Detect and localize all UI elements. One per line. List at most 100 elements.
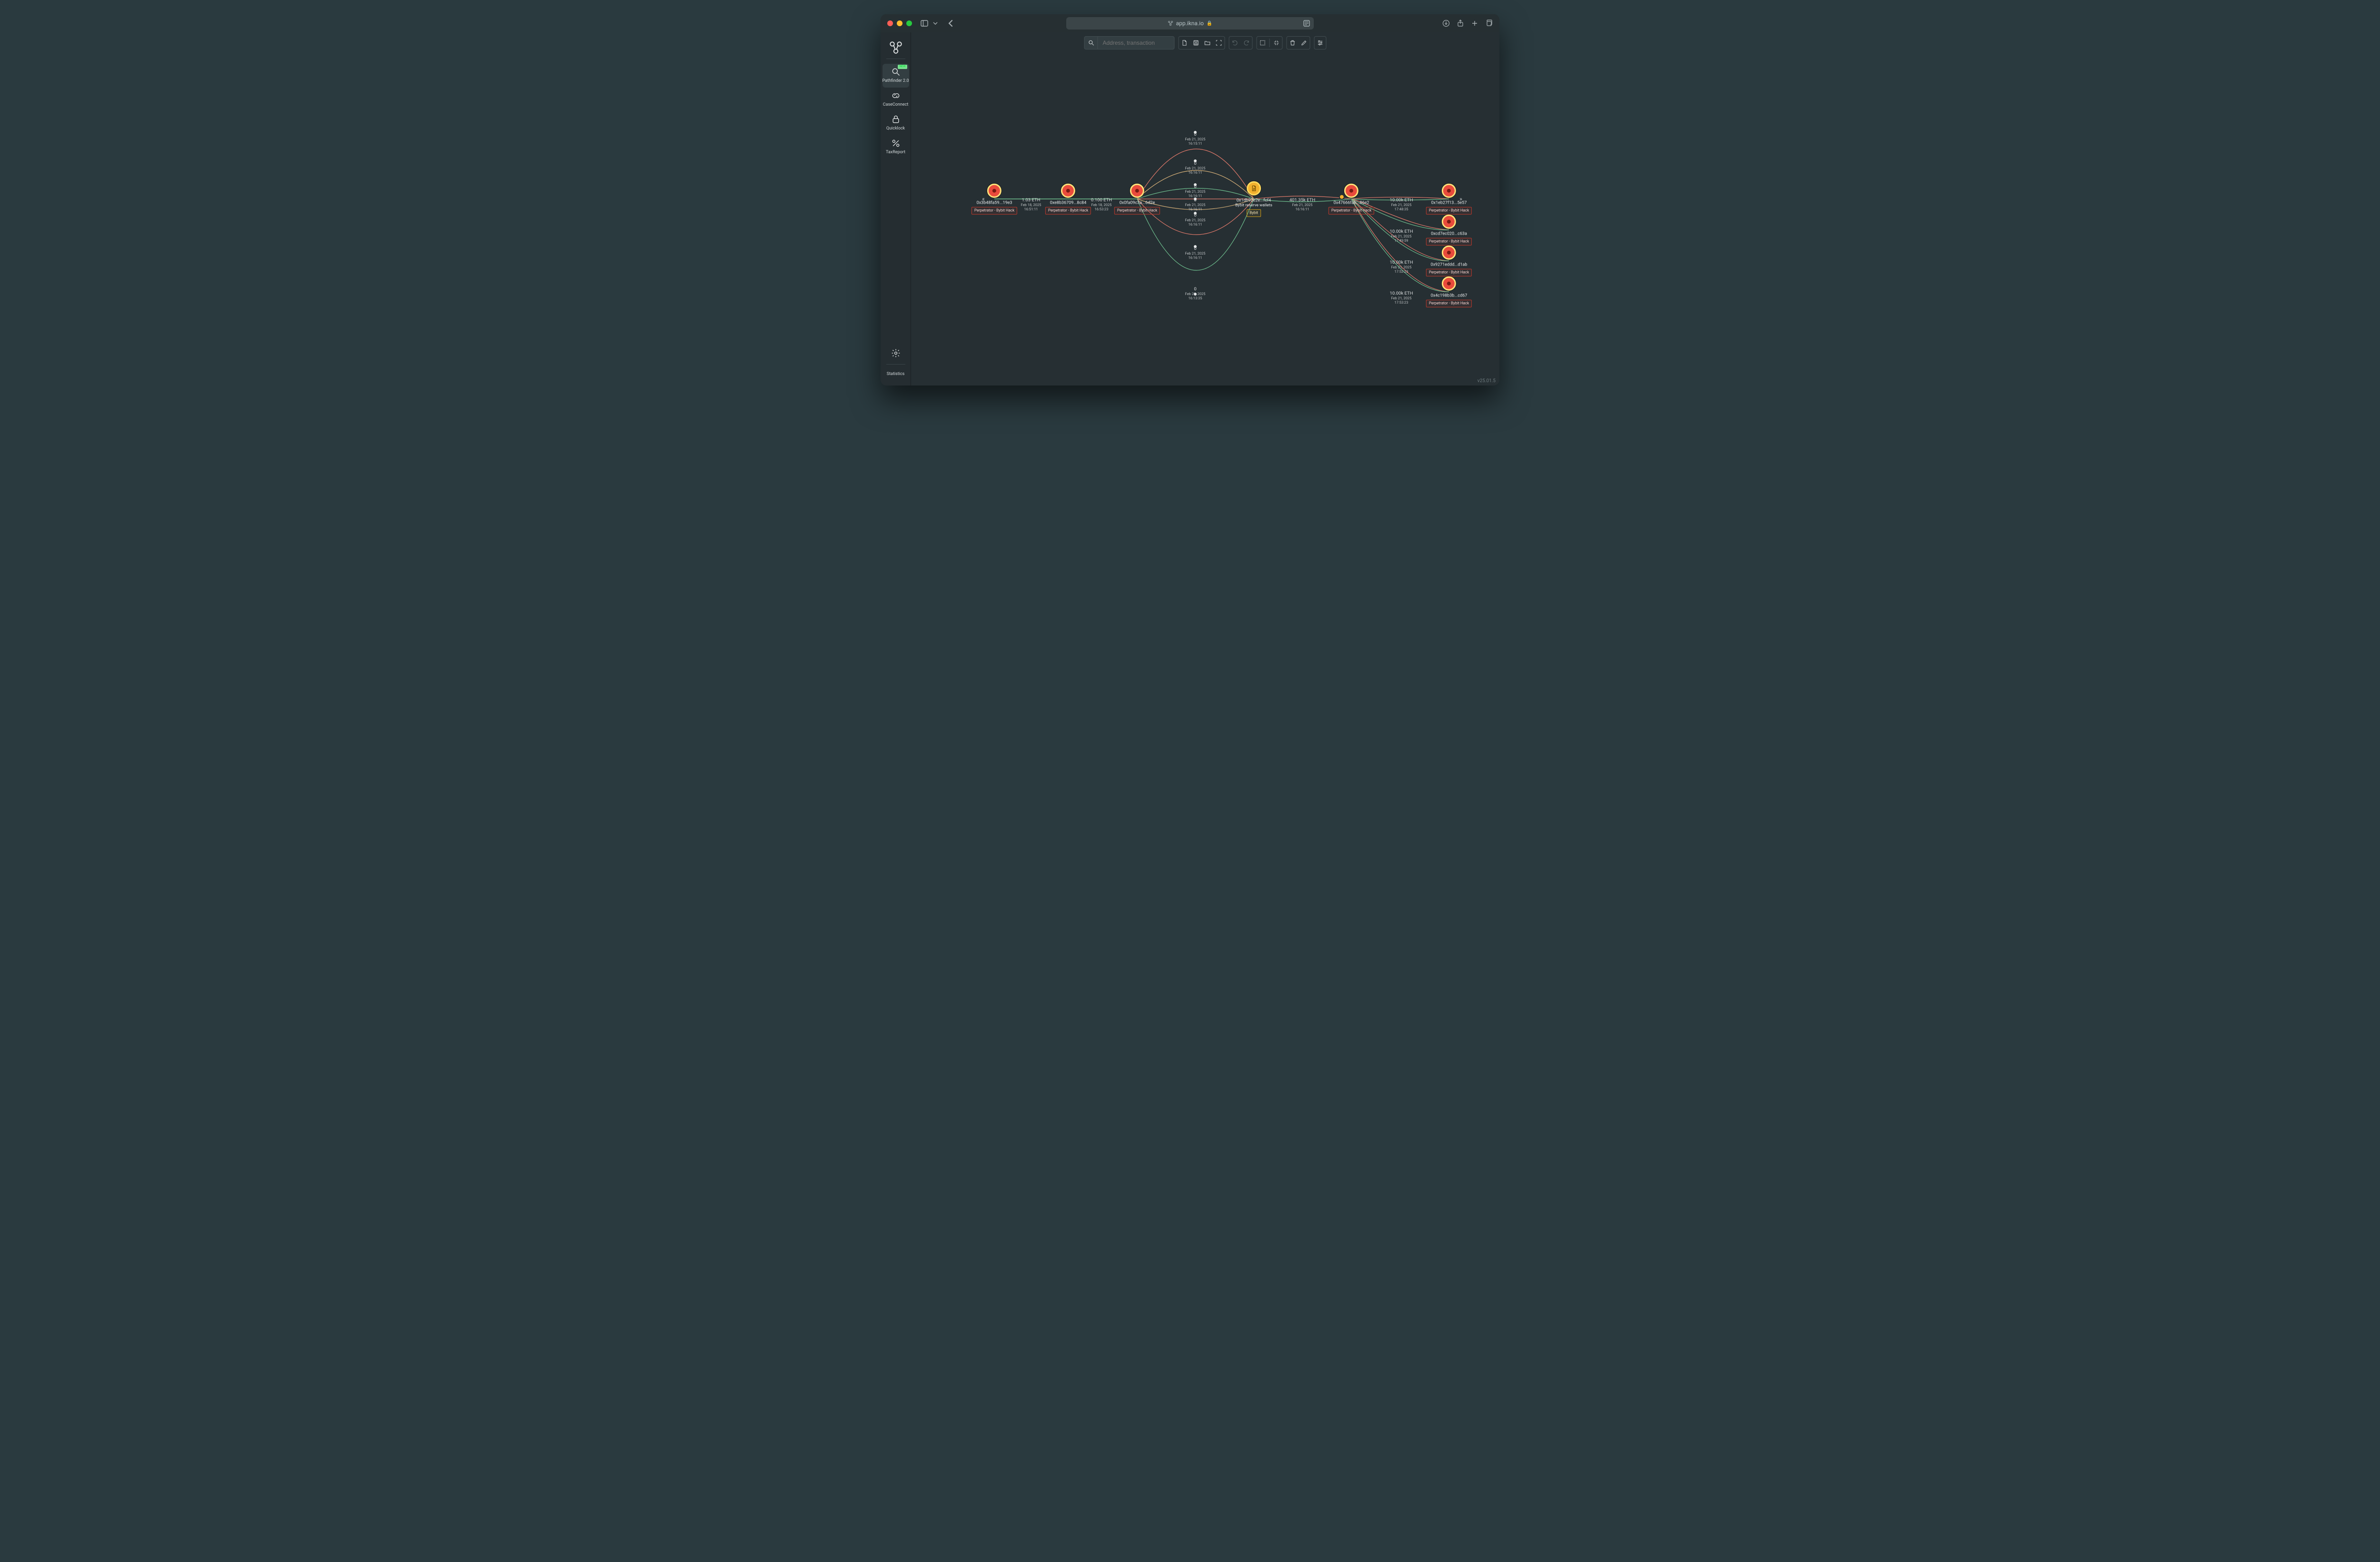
trash-icon[interactable] xyxy=(1287,36,1299,49)
canvas-toolbar xyxy=(1084,36,1327,49)
node-tag: Perpetrator - Bybit Hack xyxy=(1045,207,1091,215)
lock-icon xyxy=(891,114,901,125)
sidebar-item-caseconnect[interactable]: CaseConnect xyxy=(883,88,909,111)
window-close-button[interactable] xyxy=(887,20,893,26)
edge-midpoint xyxy=(1194,159,1197,162)
node-disc xyxy=(1130,184,1144,198)
back-button[interactable] xyxy=(947,20,955,27)
sidebar-item-label: TaxReport xyxy=(886,150,905,155)
window-minimize-button[interactable] xyxy=(897,20,902,26)
edge-midpoint xyxy=(1194,183,1197,186)
node-tag: Bybit xyxy=(1247,209,1261,217)
node-tag: Perpetrator - Bybit Hack xyxy=(1426,238,1472,246)
edge-midpoint xyxy=(1194,198,1197,200)
redo-icon[interactable] xyxy=(1241,36,1252,49)
url-bar[interactable]: app.ikna.io 🔒 xyxy=(1066,17,1314,30)
graph-node[interactable]: 0xe8b36709...8c84 Perpetrator - Bybit Ha… xyxy=(1045,184,1091,215)
node-address: 0x4c198b3b...cd67 xyxy=(1431,294,1468,298)
new-badge: NEW xyxy=(898,65,907,69)
node-disc xyxy=(1061,184,1075,198)
traffic-lights xyxy=(887,20,912,26)
graph-node[interactable]: 0x3b48fa59...19e3 Perpetrator - Bybit Ha… xyxy=(972,184,1017,215)
node-warning-badge xyxy=(1339,194,1345,200)
percent-icon xyxy=(891,138,901,148)
gear-icon xyxy=(891,348,901,358)
left-sidebar: NEW Pathfinder 2.0 CaseConnect Quicklock… xyxy=(881,32,911,386)
tabs-overview-icon[interactable] xyxy=(1485,20,1493,27)
sidebar-item-statistics[interactable]: Statistics xyxy=(883,369,909,381)
graph-node[interactable]: 0x1eb27f13...5e57 Perpetrator - Bybit Ha… xyxy=(1426,184,1472,215)
node-disc xyxy=(1344,184,1359,198)
node-address: 0x0fa09c3a...6d2e xyxy=(1120,201,1155,206)
edge-midpoint xyxy=(1194,293,1197,296)
screenshot-icon[interactable] xyxy=(1213,36,1225,49)
undo-icon[interactable] xyxy=(1230,36,1241,49)
sidebar-item-settings[interactable] xyxy=(883,345,909,359)
titlebar: app.ikna.io 🔒 xyxy=(881,14,1499,32)
separator xyxy=(886,364,905,365)
node-tag: Perpetrator - Bybit Hack xyxy=(1426,300,1472,307)
edge-midpoint xyxy=(1194,212,1197,215)
document-icon xyxy=(1250,185,1257,192)
window-maximize-button[interactable] xyxy=(906,20,912,26)
node-disc xyxy=(1442,184,1456,198)
graph-canvas-area[interactable]: « » ▽ 0x3b48fa59...19e3 Perpetrator - By… xyxy=(911,32,1499,386)
sidebar-item-label: CaseConnect xyxy=(883,103,909,108)
node-tag: Perpetrator - Bybit Hack xyxy=(1426,269,1472,277)
node-tag: Perpetrator - Bybit Hack xyxy=(1426,207,1472,215)
sidebar-item-taxreport[interactable]: TaxReport xyxy=(883,135,909,159)
search-icon[interactable] xyxy=(1085,36,1098,49)
graph-node-exchange[interactable]: 0x1db92e2e...fcf4 Bybit reserve wallets … xyxy=(1235,181,1272,217)
new-file-icon[interactable] xyxy=(1179,36,1190,49)
downloads-icon[interactable] xyxy=(1442,20,1450,27)
sidebar-item-label: Statistics xyxy=(887,372,904,377)
node-address: 0xcd7ec020...c63a xyxy=(1431,232,1467,237)
node-disc xyxy=(1442,277,1456,291)
node-disc xyxy=(1247,181,1261,196)
node-address: 0x47666fab...86e2 xyxy=(1334,201,1369,206)
node-tag: Perpetrator - Bybit Hack xyxy=(1329,207,1374,215)
sidebar-item-label: Pathfinder 2.0 xyxy=(883,79,909,84)
edit-icon[interactable] xyxy=(1299,36,1310,49)
node-tag: Perpetrator - Bybit Hack xyxy=(1114,207,1160,215)
node-tag: Perpetrator - Bybit Hack xyxy=(972,207,1017,215)
share-icon[interactable] xyxy=(1457,20,1464,27)
sidebar-item-pathfinder[interactable]: NEW Pathfinder 2.0 xyxy=(883,64,909,88)
marquee-select-icon[interactable] xyxy=(1257,36,1269,49)
node-sublabel: Bybit reserve wallets xyxy=(1235,203,1272,208)
node-address: 0x1eb27f13...5e57 xyxy=(1431,201,1467,206)
graph-node[interactable]: 0x9271eddd...d1ab Perpetrator - Bybit Ha… xyxy=(1426,246,1472,277)
node-address: 0xe8b36709...8c84 xyxy=(1050,201,1087,206)
edge-midpoint xyxy=(1194,245,1197,248)
url-text: app.ikna.io xyxy=(1176,20,1204,27)
version-label: v25.01.5 xyxy=(1478,378,1496,384)
search-input[interactable] xyxy=(1098,40,1174,46)
edge-midpoint xyxy=(1194,131,1197,134)
node-address: 0x3b48fa59...19e3 xyxy=(977,201,1012,206)
graph-node[interactable]: 0xcd7ec020...c63a Perpetrator - Bybit Ha… xyxy=(1426,215,1472,246)
node-address: 0x1db92e2e...fcf4 xyxy=(1237,198,1271,203)
collapse-icon[interactable] xyxy=(1271,36,1282,49)
save-icon[interactable] xyxy=(1190,36,1202,49)
reader-mode-icon[interactable] xyxy=(1303,20,1310,27)
sidebar-toggle-icon[interactable] xyxy=(921,20,928,27)
node-disc xyxy=(1442,246,1456,260)
graph-node[interactable]: 0x0fa09c3a...6d2e Perpetrator - Bybit Ha… xyxy=(1114,184,1160,215)
app-logo[interactable] xyxy=(886,40,905,59)
node-address: 0x9271eddd...d1ab xyxy=(1431,263,1468,267)
sidebar-item-label: Quicklock xyxy=(886,127,905,131)
site-icon xyxy=(1168,20,1173,26)
graph-node[interactable]: 0x4c198b3b...cd67 Perpetrator - Bybit Ha… xyxy=(1426,277,1472,307)
app-window: app.ikna.io 🔒 NEW Pathfinder 2.0 CaseC xyxy=(881,14,1499,386)
graph-node[interactable]: 0x47666fab...86e2 Perpetrator - Bybit Ha… xyxy=(1329,184,1374,215)
link-icon xyxy=(891,90,901,101)
node-disc xyxy=(1442,215,1456,229)
node-disc xyxy=(987,184,1002,198)
settings-sliders-icon[interactable] xyxy=(1315,36,1326,49)
open-folder-icon[interactable] xyxy=(1202,36,1213,49)
sidebar-item-quicklock[interactable]: Quicklock xyxy=(883,111,909,135)
search-box xyxy=(1084,36,1175,49)
new-tab-icon[interactable] xyxy=(1471,20,1478,27)
lock-icon: 🔒 xyxy=(1207,21,1212,26)
chevron-down-icon[interactable] xyxy=(933,20,938,27)
